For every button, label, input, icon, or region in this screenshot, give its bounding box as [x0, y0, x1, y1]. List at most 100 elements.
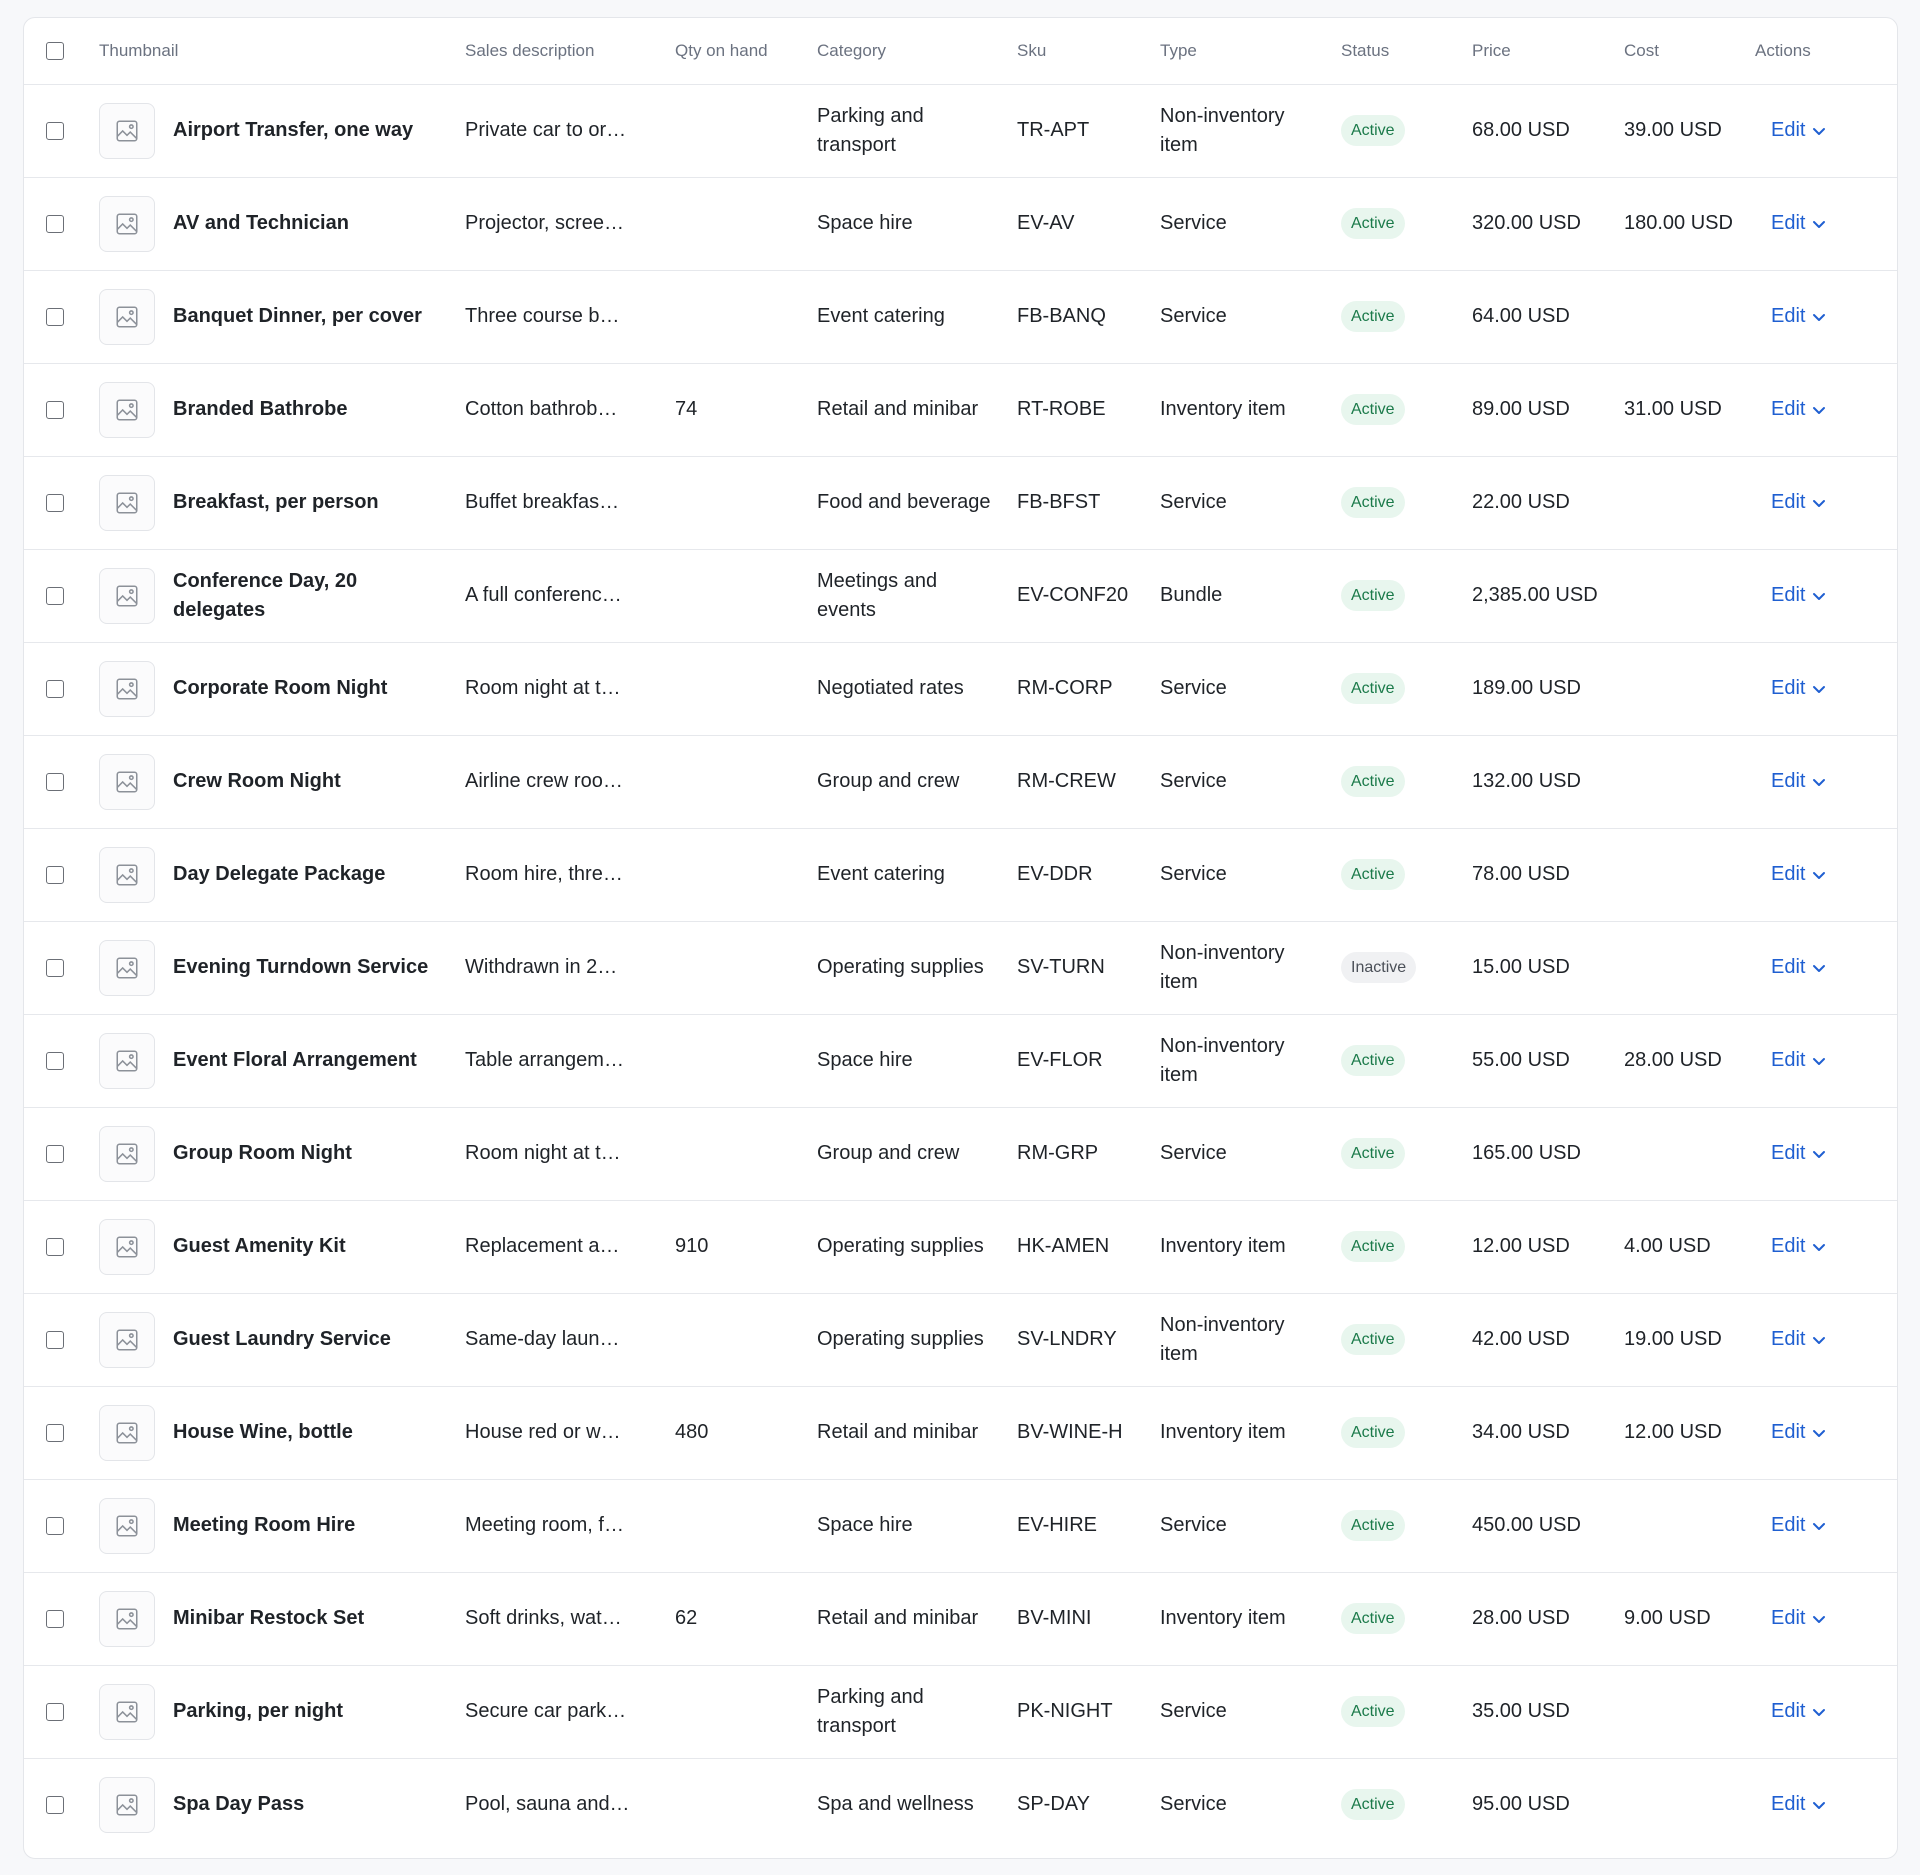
- item-name[interactable]: House Wine, bottle: [173, 1418, 353, 1447]
- column-header-cost[interactable]: Cost: [1624, 18, 1755, 85]
- image-placeholder-icon[interactable]: [99, 846, 155, 903]
- item-name[interactable]: Guest Amenity Kit: [173, 1232, 346, 1261]
- item-name[interactable]: Corporate Room Night: [173, 674, 387, 703]
- image-placeholder-icon[interactable]: [99, 1218, 155, 1275]
- table-row[interactable]: House Wine, bottle House red or w… 480 R…: [24, 1386, 1897, 1480]
- item-name[interactable]: Meeting Room Hire: [173, 1511, 355, 1540]
- row-checkbox[interactable]: [46, 1051, 64, 1070]
- table-row[interactable]: Branded Bathrobe Cotton bathrob… 74 Reta…: [24, 363, 1897, 457]
- image-placeholder-icon[interactable]: [99, 1497, 155, 1554]
- image-placeholder-icon[interactable]: [99, 1776, 155, 1833]
- column-header-sales-description[interactable]: Sales description: [465, 18, 675, 85]
- item-name[interactable]: Breakfast, per person: [173, 488, 379, 517]
- row-checkbox[interactable]: [46, 1423, 64, 1442]
- edit-dropdown-button[interactable]: Edit: [1771, 395, 1827, 424]
- row-checkbox[interactable]: [46, 1516, 64, 1535]
- table-row[interactable]: Meeting Room Hire Meeting room, f… Space…: [24, 1479, 1897, 1573]
- edit-dropdown-button[interactable]: Edit: [1771, 1697, 1827, 1726]
- table-row[interactable]: Airport Transfer, one way Private car to…: [24, 84, 1897, 178]
- item-name[interactable]: Branded Bathrobe: [173, 395, 347, 424]
- table-row[interactable]: Minibar Restock Set Soft drinks, wat… 62…: [24, 1572, 1897, 1666]
- table-row[interactable]: Breakfast, per person Buffet breakfas… F…: [24, 456, 1897, 550]
- row-checkbox[interactable]: [46, 493, 64, 512]
- row-checkbox[interactable]: [46, 214, 64, 233]
- image-placeholder-icon[interactable]: [99, 753, 155, 810]
- image-placeholder-icon[interactable]: [99, 102, 155, 159]
- item-name[interactable]: Banquet Dinner, per cover: [173, 302, 422, 331]
- column-header-price[interactable]: Price: [1472, 18, 1624, 85]
- image-placeholder-icon[interactable]: [99, 567, 155, 624]
- table-row[interactable]: Event Floral Arrangement Table arrangem……: [24, 1014, 1897, 1108]
- item-name[interactable]: AV and Technician: [173, 209, 349, 238]
- image-placeholder-icon[interactable]: [99, 288, 155, 345]
- row-checkbox[interactable]: [46, 865, 64, 884]
- edit-dropdown-button[interactable]: Edit: [1771, 1790, 1827, 1819]
- row-checkbox[interactable]: [46, 121, 64, 140]
- item-name[interactable]: Evening Turndown Service: [173, 953, 428, 982]
- item-name[interactable]: Event Floral Arrangement: [173, 1046, 417, 1075]
- image-placeholder-icon[interactable]: [99, 660, 155, 717]
- item-name[interactable]: Crew Room Night: [173, 767, 341, 796]
- table-row[interactable]: Banquet Dinner, per cover Three course b…: [24, 270, 1897, 364]
- table-row[interactable]: Crew Room Night Airline crew roo… Group …: [24, 735, 1897, 829]
- image-placeholder-icon[interactable]: [99, 1404, 155, 1461]
- table-row[interactable]: Parking, per night Secure car park… Park…: [24, 1665, 1897, 1759]
- table-row[interactable]: Group Room Night Room night at t… Group …: [24, 1107, 1897, 1201]
- edit-dropdown-button[interactable]: Edit: [1771, 1232, 1827, 1261]
- edit-dropdown-button[interactable]: Edit: [1771, 209, 1827, 238]
- row-checkbox[interactable]: [46, 1795, 64, 1814]
- table-row[interactable]: AV and Technician Projector, scree… Spac…: [24, 177, 1897, 271]
- edit-dropdown-button[interactable]: Edit: [1771, 1325, 1827, 1354]
- row-checkbox[interactable]: [46, 772, 64, 791]
- table-row[interactable]: Conference Day, 20 delegates A full conf…: [24, 549, 1897, 643]
- table-row[interactable]: Corporate Room Night Room night at t… Ne…: [24, 642, 1897, 736]
- row-checkbox[interactable]: [46, 307, 64, 326]
- edit-dropdown-button[interactable]: Edit: [1771, 1604, 1827, 1633]
- column-header-category[interactable]: Category: [817, 18, 1017, 85]
- row-checkbox[interactable]: [46, 586, 64, 605]
- image-placeholder-icon[interactable]: [99, 1683, 155, 1740]
- image-placeholder-icon[interactable]: [99, 195, 155, 252]
- row-checkbox[interactable]: [46, 1330, 64, 1349]
- table-row[interactable]: Day Delegate Package Room hire, thre… Ev…: [24, 828, 1897, 922]
- row-checkbox[interactable]: [46, 1609, 64, 1628]
- edit-dropdown-button[interactable]: Edit: [1771, 488, 1827, 517]
- edit-dropdown-button[interactable]: Edit: [1771, 1511, 1827, 1540]
- image-placeholder-icon[interactable]: [99, 474, 155, 531]
- edit-dropdown-button[interactable]: Edit: [1771, 674, 1827, 703]
- item-name[interactable]: Spa Day Pass: [173, 1790, 304, 1819]
- image-placeholder-icon[interactable]: [99, 1590, 155, 1647]
- edit-dropdown-button[interactable]: Edit: [1771, 302, 1827, 331]
- item-name[interactable]: Airport Transfer, one way: [173, 116, 413, 145]
- row-checkbox[interactable]: [46, 400, 64, 419]
- item-name[interactable]: Guest Laundry Service: [173, 1325, 391, 1354]
- edit-dropdown-button[interactable]: Edit: [1771, 116, 1827, 145]
- row-checkbox[interactable]: [46, 679, 64, 698]
- item-name[interactable]: Day Delegate Package: [173, 860, 385, 889]
- item-name[interactable]: Minibar Restock Set: [173, 1604, 364, 1633]
- edit-dropdown-button[interactable]: Edit: [1771, 1418, 1827, 1447]
- row-checkbox[interactable]: [46, 958, 64, 977]
- image-placeholder-icon[interactable]: [99, 1032, 155, 1089]
- column-header-status[interactable]: Status: [1341, 18, 1472, 85]
- image-placeholder-icon[interactable]: [99, 1311, 155, 1368]
- row-checkbox[interactable]: [46, 1702, 64, 1721]
- edit-dropdown-button[interactable]: Edit: [1771, 581, 1827, 610]
- column-header-sku[interactable]: Sku: [1017, 18, 1160, 85]
- column-header-qty-on-hand[interactable]: Qty on hand: [675, 18, 817, 85]
- edit-dropdown-button[interactable]: Edit: [1771, 1046, 1827, 1075]
- table-row[interactable]: Guest Amenity Kit Replacement a… 910 Ope…: [24, 1200, 1897, 1294]
- table-row[interactable]: Spa Day Pass Pool, sauna and… Spa and we…: [24, 1758, 1897, 1851]
- column-header-thumbnail[interactable]: Thumbnail: [99, 18, 465, 85]
- column-header-type[interactable]: Type: [1160, 18, 1341, 85]
- image-placeholder-icon[interactable]: [99, 1125, 155, 1182]
- edit-dropdown-button[interactable]: Edit: [1771, 860, 1827, 889]
- item-name[interactable]: Conference Day, 20 delegates: [173, 567, 447, 625]
- row-checkbox[interactable]: [46, 1144, 64, 1163]
- table-row[interactable]: Guest Laundry Service Same-day laun… Ope…: [24, 1293, 1897, 1387]
- image-placeholder-icon[interactable]: [99, 381, 155, 438]
- edit-dropdown-button[interactable]: Edit: [1771, 1139, 1827, 1168]
- item-name[interactable]: Parking, per night: [173, 1697, 343, 1726]
- item-name[interactable]: Group Room Night: [173, 1139, 352, 1168]
- edit-dropdown-button[interactable]: Edit: [1771, 767, 1827, 796]
